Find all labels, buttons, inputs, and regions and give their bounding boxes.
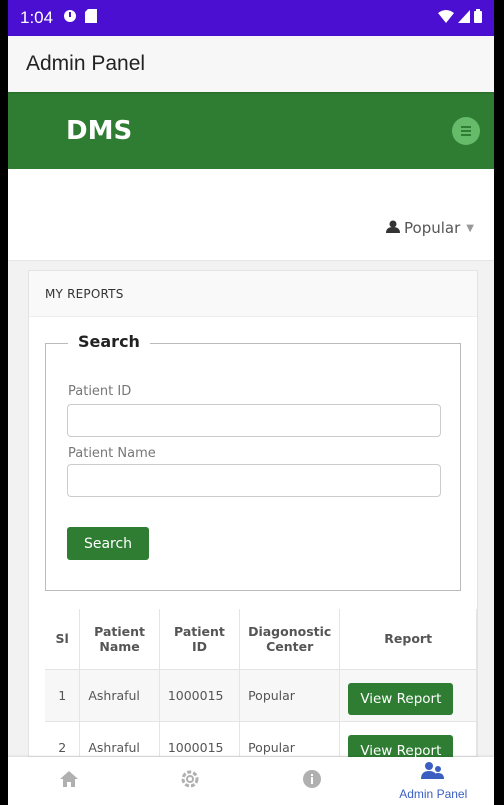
- search-fieldset: Search Patient ID Patient Name Search: [45, 332, 461, 591]
- reports-table: Sl Patient Name Patient ID Diagonostic C…: [45, 609, 477, 757]
- settings-icon: [179, 768, 201, 795]
- cell-diagnostic-center: Popular: [239, 669, 341, 722]
- bottom-navigation: Admin Panel: [8, 757, 494, 805]
- cell-sl: 2: [45, 721, 81, 757]
- home-icon: [59, 770, 78, 792]
- cell-patient-id: 1000015: [159, 669, 241, 722]
- cell-patient-name: Ashraful: [79, 721, 160, 757]
- webview: DMS Popular ▼ MY REPORTS Search Patient …: [8, 92, 494, 757]
- cell-patient-id: 1000015: [159, 721, 241, 757]
- table-row: 2 Ashraful 1000015 Popular View Report: [45, 721, 477, 757]
- view-report-button[interactable]: View Report: [348, 683, 454, 715]
- col-header-report: Report: [339, 609, 477, 670]
- hamburger-icon-line: [461, 125, 471, 128]
- status-time: 1:04: [20, 8, 54, 27]
- admin-users-icon: [420, 761, 446, 786]
- sd-card-icon: [85, 8, 98, 28]
- patient-name-input[interactable]: [67, 464, 441, 497]
- notification-icon: [63, 8, 77, 28]
- cell-sl: 1: [45, 669, 81, 722]
- battery-icon: [474, 8, 482, 28]
- view-report-button[interactable]: View Report: [348, 735, 454, 757]
- col-header-patient-id: Patient ID: [159, 609, 241, 670]
- hamburger-icon-line: [461, 133, 471, 136]
- signal-icon: [458, 8, 470, 28]
- patient-id-input[interactable]: [67, 404, 441, 437]
- status-bar: 1:04: [8, 0, 494, 36]
- caret-down-icon: ▼: [466, 222, 474, 234]
- user-icon: [386, 219, 401, 237]
- reports-panel: MY REPORTS Search Patient ID Patient Nam…: [28, 270, 478, 757]
- menu-toggle-button[interactable]: [452, 116, 480, 145]
- cell-report: View Report: [339, 721, 477, 757]
- site-header: DMS: [8, 92, 494, 169]
- app-bar-title: Admin Panel: [26, 52, 146, 75]
- hamburger-icon-line: [461, 129, 471, 132]
- cell-report: View Report: [339, 669, 477, 722]
- info-icon: [302, 769, 321, 793]
- nav-admin-panel[interactable]: Admin Panel: [373, 757, 495, 805]
- cell-patient-name: Ashraful: [79, 669, 160, 722]
- user-menu-dropdown[interactable]: Popular ▼: [386, 219, 474, 237]
- nav-home[interactable]: [8, 757, 130, 805]
- cell-diagnostic-center: Popular: [239, 721, 341, 757]
- user-menu-label: Popular: [404, 219, 461, 237]
- col-header-diagnostic-center: Diagonostic Center: [239, 609, 341, 670]
- col-header-patient-name: Patient Name: [79, 609, 160, 670]
- panel-heading: MY REPORTS: [29, 271, 477, 317]
- app-bar: Admin Panel: [8, 36, 494, 92]
- brand-logo[interactable]: DMS: [66, 116, 132, 146]
- search-button[interactable]: Search: [67, 527, 149, 560]
- patient-name-label: Patient Name: [68, 446, 156, 461]
- search-legend: Search: [68, 332, 150, 351]
- table-row: 1 Ashraful 1000015 Popular View Report: [45, 669, 477, 722]
- table-header-row: Sl Patient Name Patient ID Diagonostic C…: [45, 609, 477, 670]
- nav-admin-panel-label: Admin Panel: [399, 787, 468, 801]
- nav-settings[interactable]: [130, 757, 252, 805]
- wifi-icon: [438, 8, 454, 28]
- patient-id-label: Patient ID: [68, 384, 132, 399]
- reports-table-wrapper: Sl Patient Name Patient ID Diagonostic C…: [45, 609, 477, 757]
- phone-screen: 1:04 Admin Panel DMS Popular ▼ MY REPORT…: [8, 0, 494, 805]
- col-header-sl: Sl: [45, 609, 81, 670]
- user-strip: Popular ▼: [8, 169, 494, 261]
- nav-info[interactable]: [251, 757, 373, 805]
